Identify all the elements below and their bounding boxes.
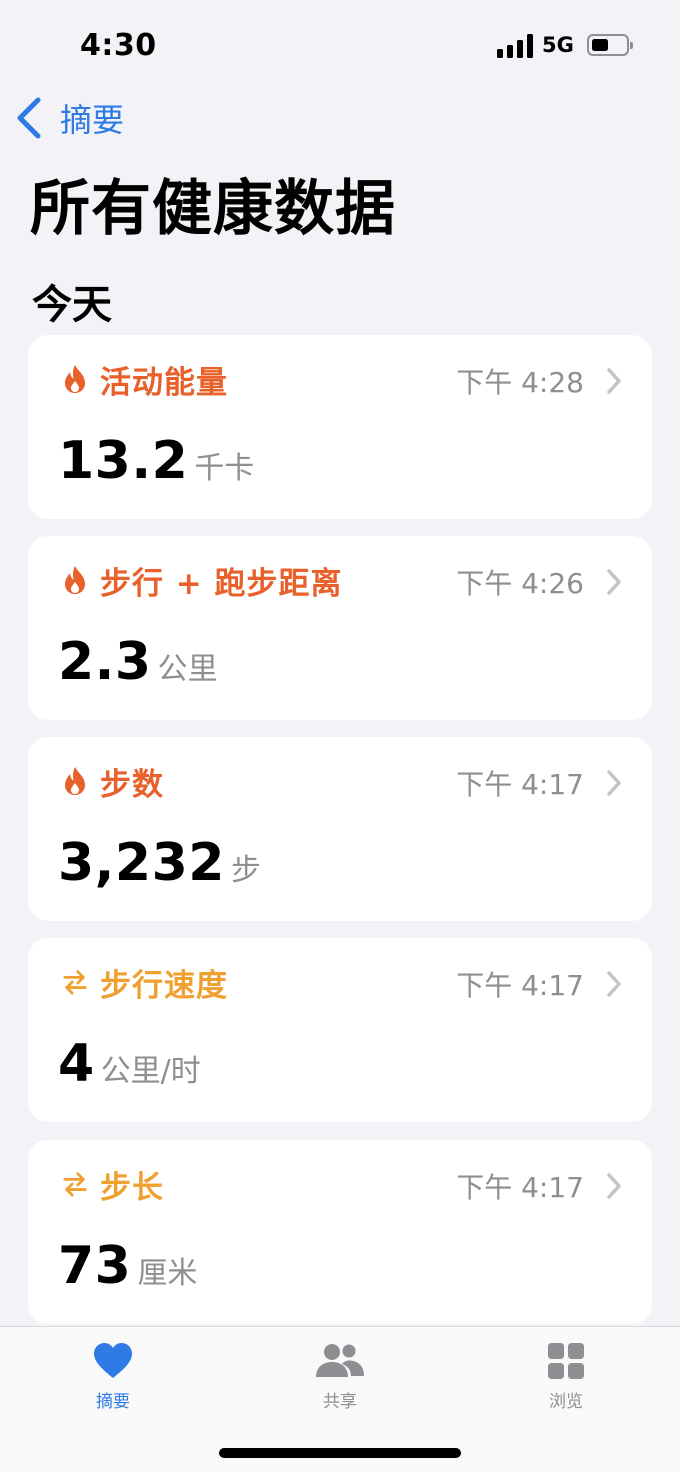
- back-button[interactable]: 摘要: [14, 94, 124, 142]
- tab-label: 共享: [323, 1392, 357, 1412]
- back-label: 摘要: [60, 101, 125, 139]
- tab-label: 摘要: [96, 1392, 130, 1412]
- chevron-left-icon: [17, 97, 41, 139]
- chevron-right-icon: [607, 770, 621, 796]
- chevron-right-icon: [607, 368, 621, 394]
- card-category-label: 步行 + 跑步距离: [100, 565, 343, 602]
- health-card-active-energy[interactable]: 活动能量 下午 4:28 13.2 千卡: [28, 335, 652, 519]
- flame-icon: [65, 566, 85, 594]
- card-category-label: 步长: [100, 1169, 164, 1206]
- arrows-swap-icon: [63, 970, 87, 995]
- card-timestamp: 下午 4:17: [456, 768, 584, 801]
- card-value: 73: [58, 1236, 132, 1296]
- tab-browse[interactable]: 浏览: [506, 1341, 626, 1412]
- card-value: 4: [58, 1034, 95, 1094]
- card-category-label: 活动能量: [100, 364, 228, 401]
- card-unit: 公里: [157, 652, 218, 687]
- tab-sharing[interactable]: 共享: [280, 1341, 400, 1412]
- card-unit: 步: [230, 853, 261, 888]
- card-unit: 公里/时: [100, 1054, 201, 1089]
- card-value: 3,232: [58, 833, 225, 893]
- cellular-signal-icon: [497, 34, 533, 58]
- section-header-today: 今天: [32, 282, 112, 328]
- chevron-right-icon: [607, 1173, 621, 1199]
- card-category-label: 步行速度: [100, 967, 228, 1004]
- card-timestamp: 下午 4:26: [456, 567, 584, 600]
- network-type: 5G: [542, 33, 574, 57]
- page-title: 所有健康数据: [30, 174, 396, 244]
- health-card-step-length[interactable]: 步长 下午 4:17 73 厘米: [28, 1140, 652, 1324]
- card-value: 13.2: [58, 431, 189, 491]
- card-timestamp: 下午 4:17: [456, 969, 584, 1002]
- health-card-walking-running-distance[interactable]: 步行 + 跑步距离 下午 4:26 2.3 公里: [28, 536, 652, 720]
- status-time: 4:30: [80, 28, 157, 63]
- home-indicator[interactable]: [219, 1448, 461, 1458]
- tab-summary[interactable]: 摘要: [53, 1341, 173, 1412]
- card-value: 2.3: [58, 632, 152, 692]
- chevron-right-icon: [607, 971, 621, 997]
- card-unit: 厘米: [137, 1256, 198, 1291]
- card-timestamp: 下午 4:28: [456, 366, 584, 399]
- card-unit: 千卡: [194, 451, 255, 486]
- heart-icon: [94, 1343, 132, 1378]
- flame-icon: [65, 365, 85, 393]
- status-bar: 4:30 5G: [0, 0, 680, 90]
- people-icon: [316, 1342, 364, 1377]
- card-timestamp: 下午 4:17: [456, 1171, 584, 1204]
- chevron-right-icon: [607, 569, 621, 595]
- grid-icon: [548, 1343, 584, 1379]
- arrows-swap-icon: [63, 1172, 87, 1197]
- health-card-steps[interactable]: 步数 下午 4:17 3,232 步: [28, 737, 652, 921]
- tab-label: 浏览: [549, 1392, 583, 1412]
- card-category-label: 步数: [100, 766, 164, 803]
- screen: 4:30 5G 摘要 所有健康数据 今天 活动能量 下午 4:28 13.2 千…: [0, 0, 680, 1472]
- battery-icon: [587, 34, 633, 56]
- health-card-walking-speed[interactable]: 步行速度 下午 4:17 4 公里/时: [28, 938, 652, 1122]
- flame-icon: [65, 767, 85, 795]
